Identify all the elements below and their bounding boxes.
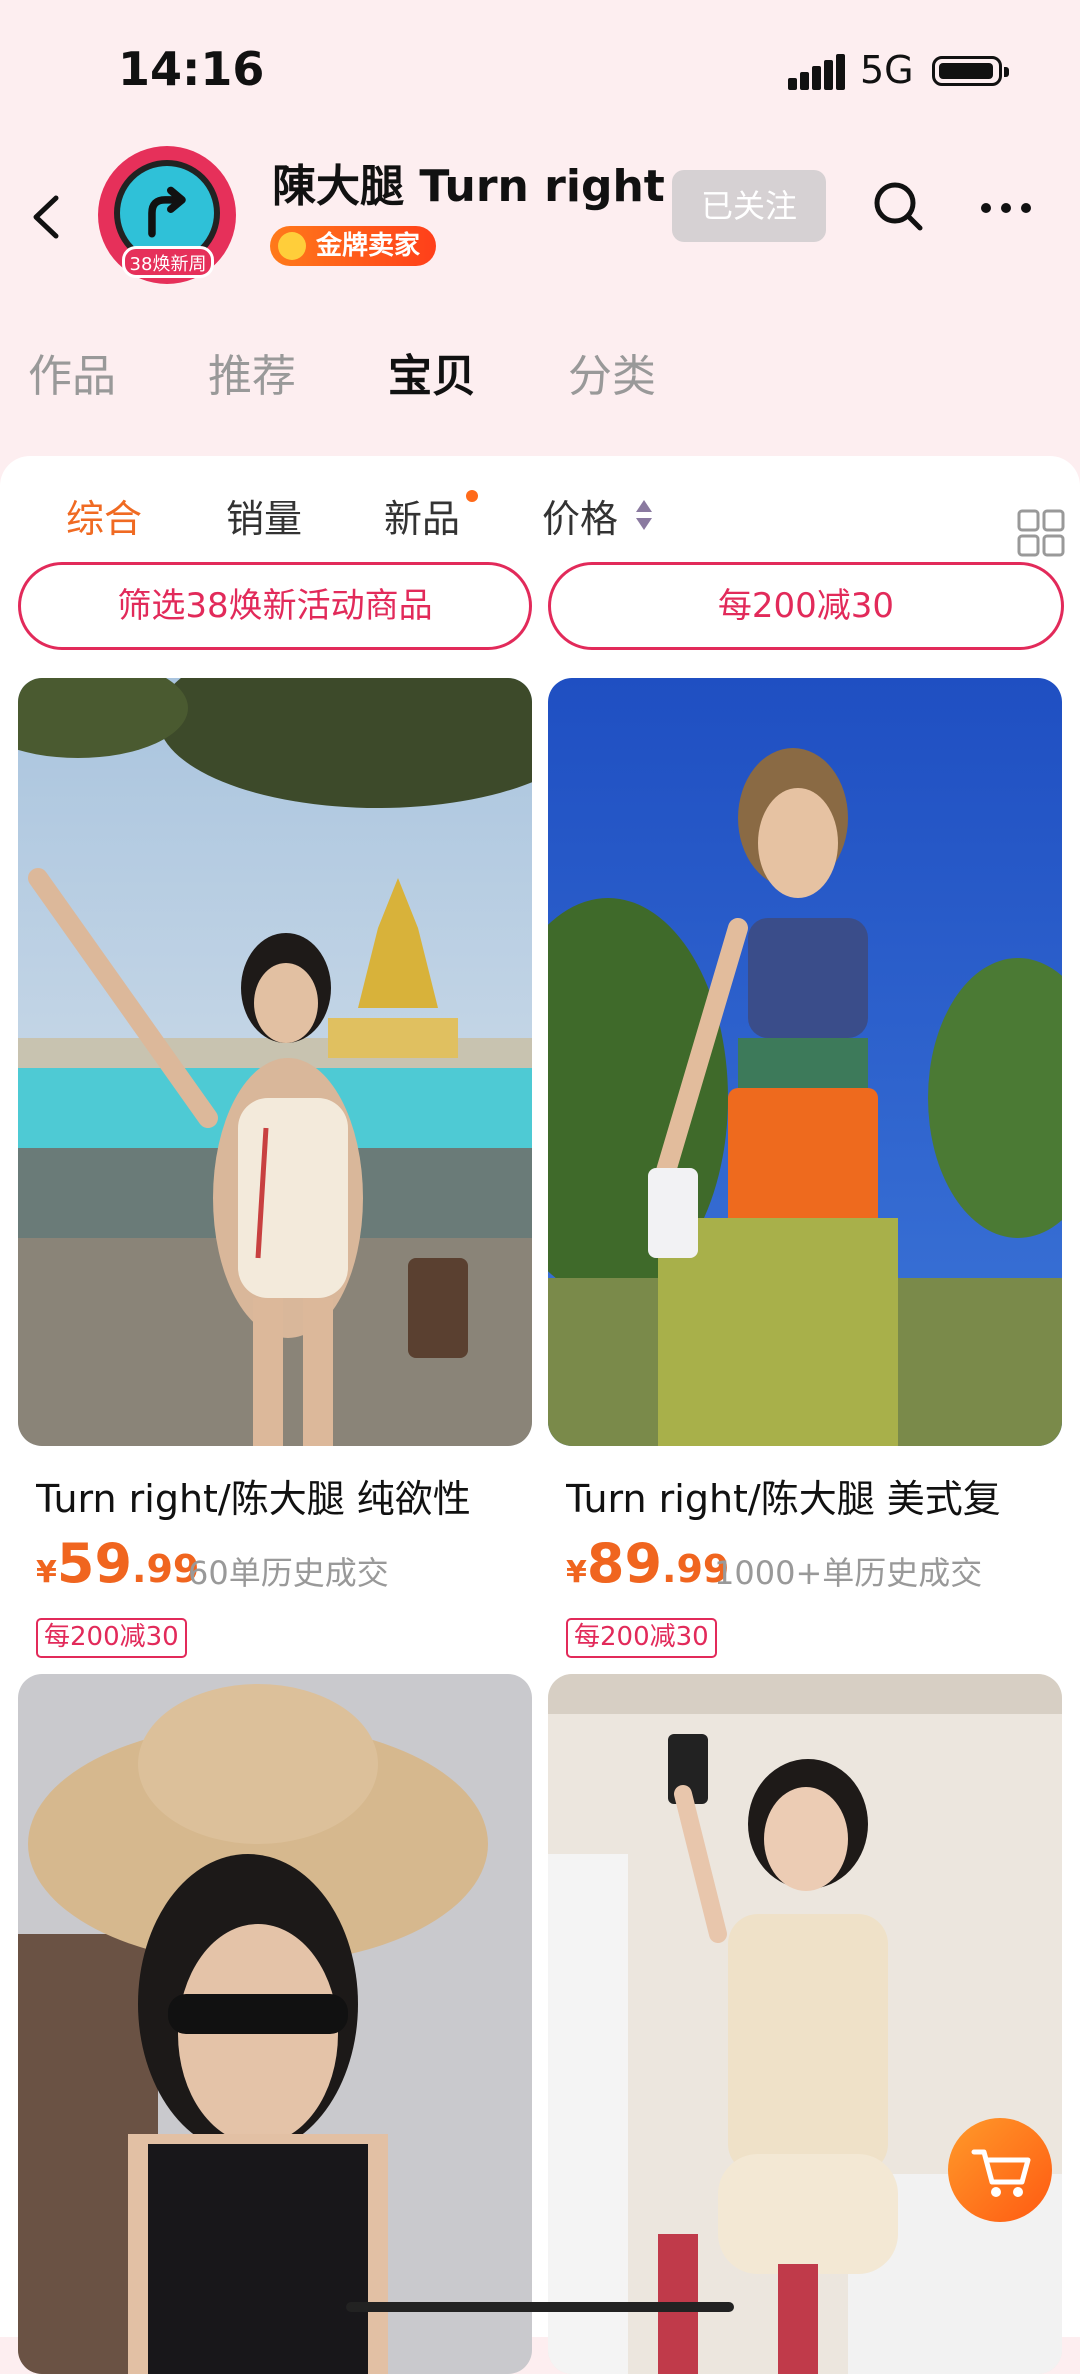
seller-badge-label: 金牌卖家 <box>316 231 421 261</box>
sort-arrows-icon[interactable] <box>634 498 654 532</box>
product-sold-count: 1000+单历史成交 <box>714 1554 983 1592</box>
filter-price[interactable]: 价格 <box>542 488 618 543</box>
more-icon[interactable] <box>978 188 1034 228</box>
grid-view-icon[interactable] <box>1016 508 1066 558</box>
cart-button[interactable] <box>948 2118 1052 2222</box>
battery-icon <box>932 56 1009 86</box>
signal-icon <box>788 54 848 90</box>
tab-works[interactable]: 作品 <box>28 340 116 404</box>
product-title[interactable]: Turn right/陈大腿 美式复 <box>566 1468 1066 1523</box>
tab-recommend[interactable]: 推荐 <box>208 340 296 404</box>
new-dot <box>466 490 478 502</box>
tab-products[interactable]: 宝贝 <box>388 340 476 404</box>
seller-badge: 金牌卖家 <box>270 226 437 266</box>
shop-name: 陳大腿 Turn right <box>272 161 665 212</box>
search-icon[interactable] <box>872 180 924 232</box>
network-label: 5G <box>860 48 914 92</box>
shop-avatar[interactable]: 38焕新周 <box>92 140 242 290</box>
tab-categories[interactable]: 分类 <box>568 340 656 404</box>
filter-bar: 综合 销量 新品 价格 <box>0 478 1080 557</box>
cart-icon <box>971 2149 1031 2197</box>
product-panel: 综合 销量 新品 价格 筛选38焕新活动商品 每200减30 Turn righ… <box>0 456 1080 2374</box>
filter-overall[interactable]: 综合 <box>66 488 142 543</box>
promo-discount-button[interactable]: 每200减30 <box>548 562 1064 650</box>
back-icon[interactable] <box>24 192 74 242</box>
product-sold-count: 60单历史成交 <box>188 1554 389 1592</box>
promo-filter-button[interactable]: 筛选38焕新活动商品 <box>18 562 532 650</box>
product-promo-tag: 每200减30 <box>566 1618 717 1658</box>
product-price: ¥89.99 <box>566 1532 730 1595</box>
filter-new[interactable]: 新品 <box>384 488 460 543</box>
logo-badge: 38焕新周 <box>122 246 214 278</box>
status-time: 14:16 <box>118 42 265 96</box>
product-price: ¥59.99 <box>36 1532 200 1595</box>
follow-button[interactable]: 已关注 <box>672 170 826 242</box>
product-image[interactable] <box>18 1674 532 2374</box>
product-image[interactable] <box>18 678 532 1446</box>
product-title[interactable]: Turn right/陈大腿 纯欲性 <box>36 1468 536 1523</box>
status-bar: 14:16 5G <box>0 0 1080 140</box>
product-image[interactable] <box>548 1674 1062 2374</box>
filter-sales[interactable]: 销量 <box>226 488 302 543</box>
product-image[interactable] <box>548 678 1062 1446</box>
medal-icon <box>278 232 306 260</box>
home-indicator[interactable] <box>346 2302 734 2312</box>
product-promo-tag: 每200减30 <box>36 1618 187 1658</box>
